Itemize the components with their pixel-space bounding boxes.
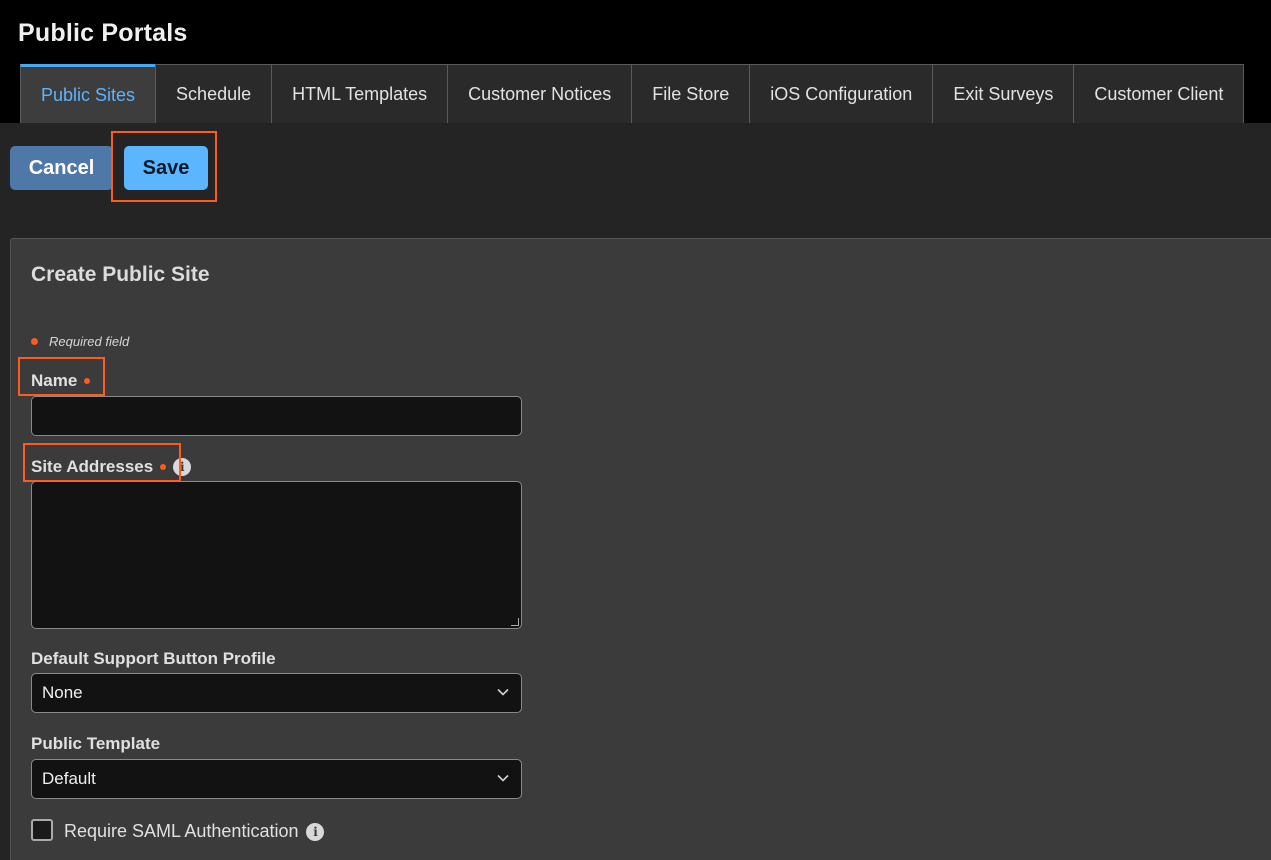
require-saml-checkbox[interactable] [31,819,53,841]
chevron-down-icon [497,774,509,782]
site-addresses-label: Site Addresses i [31,457,192,477]
support-profile-value: None [42,683,83,702]
save-button[interactable]: Save [124,146,208,190]
public-template-select[interactable]: Default [31,759,522,799]
create-public-site-panel: Create Public Site Required field Name S… [10,238,1271,860]
tab-public-sites[interactable]: Public Sites [20,64,157,123]
form-title: Create Public Site [31,263,210,286]
top-bar: Public Portals Public Sites Schedule HTM… [0,0,1271,123]
name-label: Name [31,371,91,391]
required-field-note: Required field [31,334,129,349]
tab-ios-configuration[interactable]: iOS Configuration [749,64,934,123]
info-icon[interactable]: i [306,822,325,841]
require-saml-label-text: Require SAML Authentication [64,821,299,841]
tab-schedule[interactable]: Schedule [155,64,273,123]
tab-bar: Public Sites Schedule HTML Templates Cus… [20,64,1245,123]
name-label-text: Name [31,371,78,390]
tab-file-store[interactable]: File Store [631,64,751,123]
resize-handle[interactable] [511,618,519,626]
tab-html-templates[interactable]: HTML Templates [271,64,449,123]
require-saml-label: Require SAML Authentication i [64,821,325,842]
site-addresses-textarea[interactable] [31,481,522,629]
tab-customer-notices[interactable]: Customer Notices [447,64,633,123]
support-profile-label: Default Support Button Profile [31,649,276,668]
chevron-down-icon [497,688,509,696]
public-template-label: Public Template [31,734,161,753]
required-dot-icon [84,378,91,384]
info-icon[interactable]: i [173,458,192,476]
name-input[interactable] [31,396,522,436]
required-field-text: Required field [49,334,130,349]
public-template-value: Default [42,769,96,788]
page-title: Public Portals [18,19,188,47]
support-profile-select[interactable]: None [31,673,522,713]
required-dot-icon [31,338,38,345]
action-toolbar: Cancel Save [0,123,1271,238]
cancel-button[interactable]: Cancel [10,146,113,190]
required-dot-icon [160,464,167,470]
site-addresses-label-text: Site Addresses [31,457,154,476]
tab-exit-surveys[interactable]: Exit Surveys [932,64,1075,123]
tab-customer-client[interactable]: Customer Client [1073,64,1245,123]
